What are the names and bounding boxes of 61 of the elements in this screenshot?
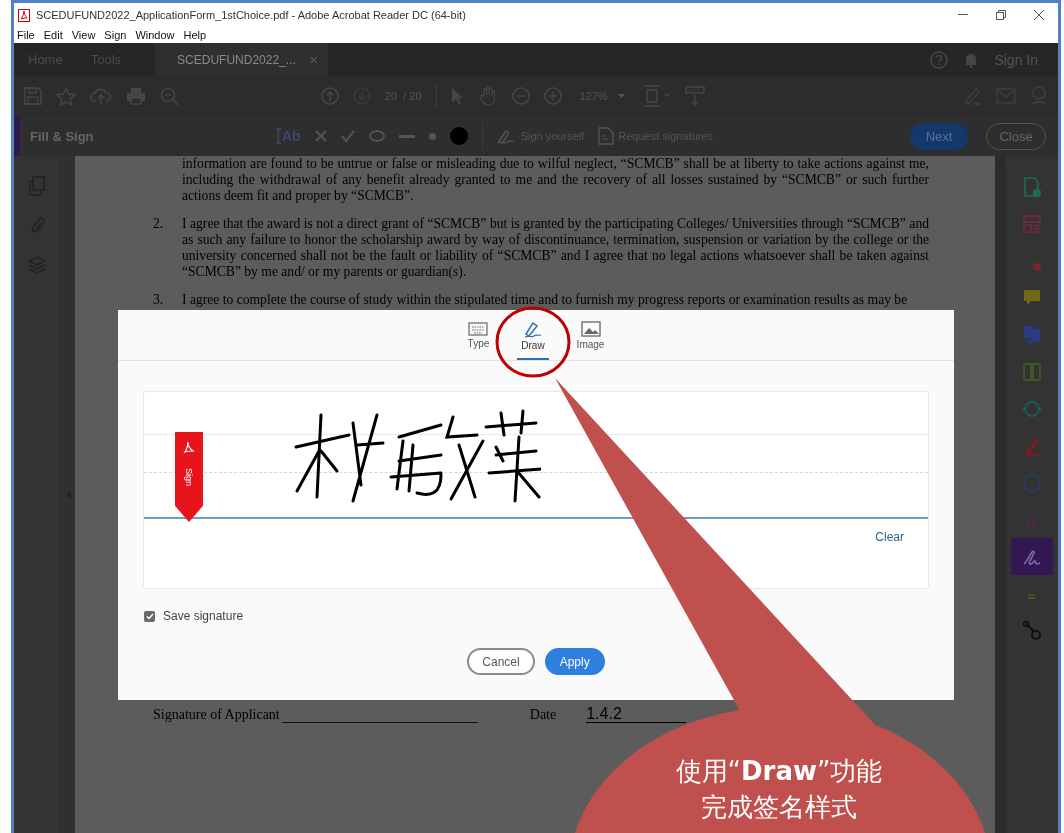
pen-nib-icon <box>522 320 543 338</box>
dialog-tab[interactable]: Draw <box>517 310 549 360</box>
cancel-button[interactable]: Cancel <box>467 648 535 675</box>
text-cursor-icon <box>276 128 281 144</box>
paragraph: I agree that the award is not a direct grant of “SCMCB” but is granted by the participating Colleges/ Universities through “SCMCB” and as such any failure to honor the scholarship award by way of discontinuance, termination, suspension or variation by the college or the university concerned shall not be the fault or liability of “SCMCB” and I agree that no legal actions whatsoever shall be taken against “SCMCB” by me and/ or my parents or guardian(s). <box>182 216 929 280</box>
wrench-icon[interactable] <box>1022 619 1042 642</box>
document-plus-icon[interactable] <box>1022 175 1042 198</box>
bell-icon[interactable] <box>964 51 979 68</box>
star-icon[interactable] <box>56 86 76 106</box>
help-icon[interactable] <box>930 50 949 69</box>
pdf-icon <box>18 8 30 22</box>
date-value: 1.4.2 <box>586 706 687 723</box>
acrobat-logo-icon <box>183 440 195 454</box>
paragraph: information are found to be untrue or false or misleading due to wilful neglect, “SCMCB” shall be at liberty to take actions against me, including the withdrawal of any benefit already granted to me and the recovery of all losses sustained by “SCMCB” or such further actions deem fit and proper by “SCMCB”. <box>182 156 929 204</box>
save-signature-label: Save signature <box>163 609 244 623</box>
window-title: SCEDUFUND2022_ApplicationForm_1stChoice.pdf - Adobe Acrobat Reader DC (64-bit) <box>36 9 467 21</box>
hand-icon[interactable] <box>477 86 498 106</box>
print-icon[interactable] <box>126 87 146 105</box>
menu-item[interactable]: Edit <box>43 29 63 41</box>
list-number: 2. <box>153 216 165 233</box>
caret-icon <box>617 94 625 98</box>
document-arrow-icon[interactable] <box>1022 323 1042 346</box>
cross-icon[interactable] <box>314 130 327 142</box>
tab[interactable]: SCEDUFUND2022_... × <box>155 43 328 76</box>
pointer-icon[interactable] <box>450 87 464 105</box>
large-dot-icon[interactable] <box>449 127 468 145</box>
signature-label: Signature of Applicant <box>153 707 280 723</box>
shield-icon[interactable] <box>1022 471 1042 494</box>
save-icon[interactable] <box>24 87 42 105</box>
next-button[interactable]: Next <box>910 122 968 150</box>
circle-icon[interactable] <box>368 130 385 142</box>
fit-page-icon[interactable] <box>642 85 671 107</box>
menu-item[interactable]: Window <box>135 29 175 41</box>
dialog-tab[interactable]: Type <box>463 310 494 360</box>
scroll-icon[interactable] <box>684 86 705 106</box>
clear-button[interactable]: Clear <box>869 529 910 545</box>
layout-icon[interactable] <box>1022 212 1042 235</box>
panel-title: Fill & Sign <box>30 128 95 144</box>
save-signature-checkbox[interactable] <box>144 610 155 622</box>
pen-nib-icon <box>496 128 517 144</box>
menu-item[interactable]: View <box>71 29 96 41</box>
image-icon <box>580 321 601 337</box>
dot-icon[interactable] <box>428 132 436 140</box>
zoom-out-icon[interactable] <box>511 87 530 105</box>
apply-button[interactable]: Apply <box>544 648 605 675</box>
paragraph: I agree to complete the course of study within the stipulated time and to furnish my progress reports or examination results as may be <box>182 292 909 308</box>
menu-item[interactable]: Help <box>183 29 207 41</box>
pages-icon[interactable] <box>1022 360 1042 383</box>
menu-item[interactable]: Sign <box>104 29 127 41</box>
checkmark-icon[interactable] <box>340 130 355 142</box>
search-icon[interactable] <box>160 86 179 106</box>
sign-ribbon: Sign <box>175 432 203 522</box>
cloud-upload-icon[interactable] <box>90 87 112 105</box>
dialog-tab[interactable]: Image <box>572 310 609 360</box>
list-number: 3. <box>153 292 165 308</box>
menu-item[interactable]: File <box>17 29 35 41</box>
date-label: Date <box>529 707 557 723</box>
keyboard-icon <box>468 322 489 336</box>
callout-text: 使用“Draw”功能完成签名样式 <box>674 755 884 824</box>
zoom-in-icon[interactable] <box>543 87 562 105</box>
arrow-up-circle-icon[interactable] <box>321 87 339 105</box>
